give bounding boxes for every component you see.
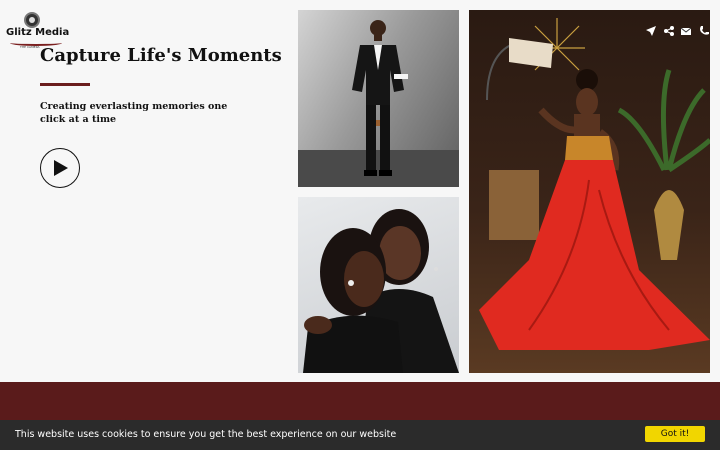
play-icon [54, 160, 68, 176]
title-underline [40, 83, 90, 86]
tuxedo-illustration [298, 20, 459, 187]
phone-icon[interactable] [699, 26, 709, 36]
envelope-icon[interactable] [681, 26, 691, 36]
cookie-message: This website uses cookies to ensure you … [15, 429, 397, 440]
cookie-consent-bar: This website uses cookies to ensure you … [0, 420, 720, 450]
gallery-photo-portrait [298, 197, 459, 373]
brand-logo[interactable]: Glitz Media THE CAMERA [6, 12, 70, 49]
gallery-photo-tuxedo [298, 10, 459, 187]
cookie-accept-button[interactable]: Got it! [645, 426, 705, 442]
camera-lens-icon [24, 12, 40, 28]
hero-title: Capture Life's Moments [40, 45, 282, 66]
play-video-button[interactable] [40, 148, 80, 188]
portrait-illustration [303, 209, 459, 373]
red-gown-illustration [479, 18, 710, 350]
brand-tagline: THE CAMERA [20, 45, 40, 49]
share-icon[interactable] [664, 26, 674, 36]
location-arrow-icon[interactable] [646, 26, 656, 36]
footer-band [0, 382, 720, 420]
gallery-photo-red-gown [469, 10, 710, 373]
hero-subtitle: Creating everlasting memories one click … [40, 101, 228, 125]
brand-name: Glitz Media [6, 27, 70, 38]
